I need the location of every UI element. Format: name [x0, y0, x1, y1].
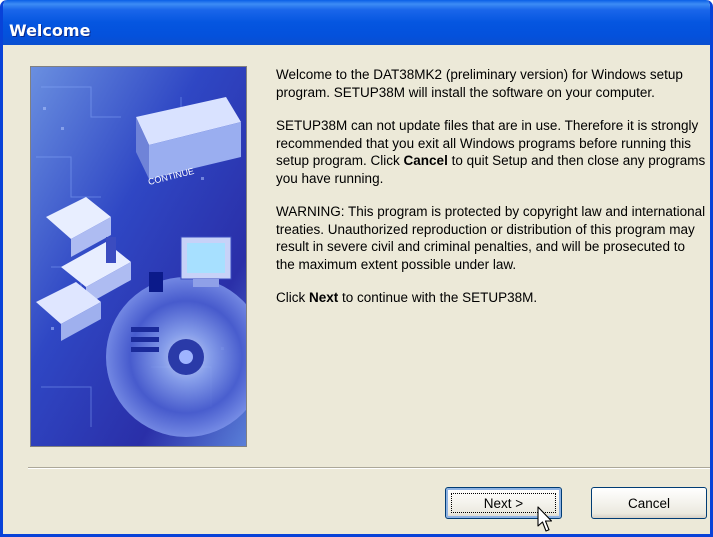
- mouse-pointer-icon: [537, 506, 553, 532]
- setup-dialog: Welcome CONTINUE Welcome to the DAT38MK2…: [0, 0, 713, 537]
- intro-paragraph: Welcome to the DAT38MK2 (preliminary ver…: [276, 67, 683, 100]
- separator-line: [28, 467, 710, 469]
- continue-paragraph: Click Next to continue with the SETUP38M…: [276, 290, 538, 305]
- window-title: Welcome: [9, 21, 91, 40]
- copyright-warning-paragraph: WARNING: This program is protected by co…: [276, 204, 706, 272]
- cancel-button[interactable]: Cancel: [591, 487, 707, 519]
- welcome-text: Welcome to the DAT38MK2 (preliminary ver…: [276, 66, 706, 323]
- setup-artwork: CONTINUE: [30, 66, 247, 447]
- cancel-button-label: Cancel: [627, 495, 671, 511]
- title-bar[interactable]: Welcome: [3, 0, 710, 45]
- computer-collage-illustration: CONTINUE: [31, 67, 246, 446]
- close-programs-paragraph: SETUP38M can not update files that are i…: [276, 118, 706, 186]
